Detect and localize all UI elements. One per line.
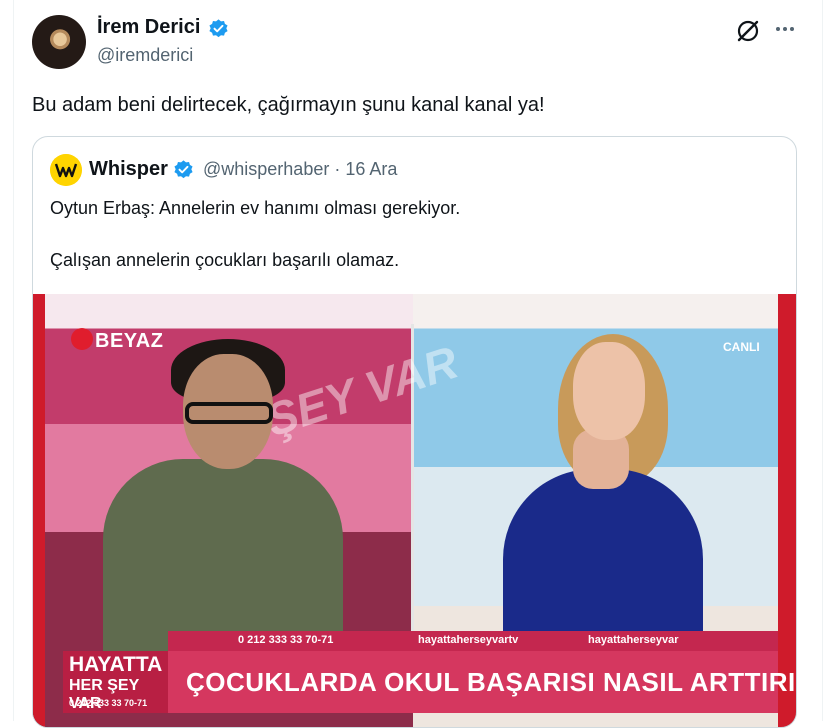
meta-separator: ·	[334, 159, 341, 179]
quoted-meta: @whisperhaber · 16 Ara	[203, 158, 397, 180]
timeline-border-left	[13, 0, 14, 721]
frame-red-edge	[33, 294, 45, 727]
quoted-display-name[interactable]: Whisper	[89, 157, 168, 181]
timeline-border-right	[822, 0, 823, 721]
quoted-date[interactable]: 16 Ara	[345, 159, 397, 179]
tweet-text: Bu adam beni delirtecek, çağırmayın şunu…	[32, 94, 545, 116]
author-display-name[interactable]: İrem Derici	[97, 15, 200, 39]
frame-red-edge-right	[778, 294, 796, 727]
verified-badge-icon	[209, 19, 228, 38]
channel-logo-icon	[71, 328, 93, 350]
show-youtube: hayattaherseyvar	[588, 634, 679, 646]
quoted-tweet-card[interactable]: Whisper @whisperhaber · 16 Ara Oytun Erb…	[32, 136, 797, 728]
quoted-text-line-1: Oytun Erbaş: Annelerin ev hanımı olması …	[50, 198, 461, 218]
guest-glasses	[185, 402, 273, 424]
more-options-icon[interactable]	[773, 17, 797, 41]
grok-icon[interactable]	[734, 17, 762, 45]
verified-badge-icon	[174, 160, 193, 179]
show-logo-phone: 0 212 333 33 70-71	[69, 698, 148, 708]
show-instagram: hayattaherseyvartv	[418, 634, 519, 646]
channel-logo-text: BEYAZ	[95, 330, 164, 352]
show-phone: 0 212 333 33 70-71	[238, 634, 334, 646]
guest-figure	[103, 459, 343, 659]
show-logo-line-1: HAYATTA	[69, 653, 163, 676]
author-avatar[interactable]	[32, 15, 86, 69]
whisper-logo-icon[interactable]	[50, 154, 82, 186]
quoted-handle[interactable]: @whisperhaber	[203, 159, 329, 179]
quoted-text-line-2: Çalışan annelerin çocukları başarılı ola…	[50, 250, 400, 270]
video-thumbnail[interactable]: BEYAZ ŞEY VAR CANLI 0 212 333 33 70-71 h…	[33, 294, 796, 727]
lower-third-headline-bar: ÇOCUKLARDA OKUL BAŞARISI NASIL ARTTIRILI…	[168, 651, 796, 713]
lower-third-info-bar: 0 212 333 33 70-71 hayattaherseyvartv ha…	[168, 631, 778, 651]
host-head	[573, 342, 645, 440]
live-label: CANLI	[723, 340, 760, 354]
show-logo: HAYATTA HER ŞEY VAR 0 212 333 33 70-71	[63, 651, 168, 713]
author-handle[interactable]: @iremderici	[97, 44, 193, 66]
headline-text: ÇOCUKLARDA OKUL BAŞARISI NASIL ARTTIRILI…	[186, 667, 796, 697]
